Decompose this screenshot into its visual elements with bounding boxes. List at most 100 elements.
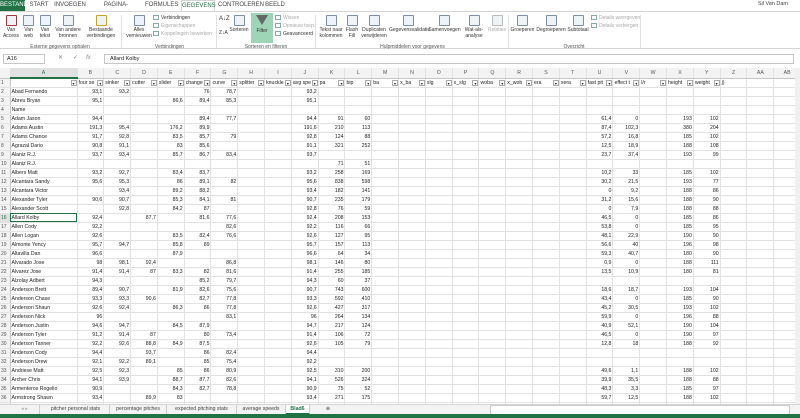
player-name-cell[interactable]: Alcantara Victor xyxy=(10,186,78,196)
cell[interactable] xyxy=(532,366,560,376)
column-header-AA[interactable]: AA xyxy=(746,68,775,79)
cell[interactable] xyxy=(452,150,480,160)
cell[interactable]: 380 xyxy=(666,123,694,133)
cell[interactable] xyxy=(371,267,400,277)
cell[interactable] xyxy=(264,114,292,124)
player-name-cell[interactable]: Armenteros Rogelio xyxy=(10,384,78,394)
cell[interactable] xyxy=(639,168,668,178)
cell[interactable]: 30,2 xyxy=(586,177,614,187)
cell[interactable]: 88 xyxy=(344,132,373,142)
cell[interactable] xyxy=(639,321,668,331)
cell[interactable]: 324 xyxy=(344,375,373,385)
cell[interactable] xyxy=(505,339,534,349)
cell[interactable] xyxy=(559,285,587,295)
cell[interactable] xyxy=(452,267,480,277)
filter-dropdown-icon[interactable]: ▾ xyxy=(70,80,76,86)
cell[interactable]: 188 xyxy=(666,258,694,268)
cell[interactable] xyxy=(586,159,614,169)
cell[interactable] xyxy=(371,312,400,322)
cell[interactable]: 86,3 xyxy=(157,303,185,313)
cell[interactable] xyxy=(184,105,212,115)
cell[interactable] xyxy=(773,132,795,142)
cell[interactable] xyxy=(773,177,795,187)
cell[interactable] xyxy=(639,366,668,376)
cell[interactable]: 91,4 xyxy=(103,330,132,340)
van-tekst-button[interactable]: Van tekst xyxy=(37,15,53,39)
cell[interactable] xyxy=(559,96,587,106)
cell[interactable]: 97 xyxy=(693,330,721,340)
cell[interactable]: 77,6 xyxy=(210,213,239,223)
cell[interactable] xyxy=(398,330,426,340)
cell[interactable]: 48,3 xyxy=(586,384,614,394)
cell[interactable] xyxy=(398,204,426,214)
cell[interactable] xyxy=(157,87,185,97)
cell[interactable]: 93,2 xyxy=(291,168,319,178)
cell[interactable]: 97 xyxy=(693,384,721,394)
cell[interactable] xyxy=(157,114,185,124)
cell[interactable] xyxy=(264,339,292,349)
cell[interactable] xyxy=(505,222,534,232)
cell[interactable] xyxy=(398,186,426,196)
cell[interactable] xyxy=(478,330,507,340)
cell[interactable] xyxy=(773,348,795,358)
cell[interactable] xyxy=(371,186,400,196)
filter-header-B[interactable]: four se ▾ xyxy=(77,78,105,88)
cell[interactable] xyxy=(773,276,795,286)
cell[interactable]: 102 xyxy=(693,303,721,313)
cell[interactable] xyxy=(344,357,373,367)
cell[interactable] xyxy=(371,150,400,160)
cell[interactable] xyxy=(773,195,795,205)
cell[interactable] xyxy=(264,285,292,295)
cell[interactable] xyxy=(398,321,426,331)
cell[interactable]: 83,3 xyxy=(157,267,185,277)
cell[interactable] xyxy=(639,177,668,187)
cell[interactable]: 15,6 xyxy=(612,195,641,205)
cell[interactable] xyxy=(452,159,480,169)
cell[interactable] xyxy=(666,96,694,106)
cell[interactable] xyxy=(264,132,292,142)
cell[interactable]: 92,6 xyxy=(77,231,105,241)
cell[interactable]: 48,1 xyxy=(586,231,614,241)
cell[interactable] xyxy=(773,393,795,403)
row-header[interactable]: 5 xyxy=(0,114,11,124)
cell[interactable] xyxy=(398,294,426,304)
column-header-O[interactable]: O xyxy=(425,68,453,79)
column-header-G[interactable]: G xyxy=(210,68,239,79)
cell[interactable] xyxy=(398,123,426,133)
cell[interactable] xyxy=(398,258,426,268)
cell[interactable]: 185 xyxy=(666,213,694,223)
cell[interactable] xyxy=(773,267,795,277)
cell[interactable]: 102 xyxy=(693,114,721,124)
cell[interactable] xyxy=(452,105,480,115)
cell[interactable]: 23,7 xyxy=(586,150,614,160)
cell[interactable] xyxy=(237,141,266,151)
cell[interactable] xyxy=(532,222,560,232)
cell[interactable] xyxy=(452,330,480,340)
filter-dropdown-icon[interactable]: ▾ xyxy=(97,79,103,86)
wat-als-analyse-button[interactable]: Wat-als-analyse xyxy=(462,15,486,39)
cell[interactable] xyxy=(532,357,560,367)
row-header[interactable]: 36 xyxy=(0,393,11,403)
filter-header-P[interactable]: x_slg ▾ xyxy=(452,78,480,88)
cell[interactable]: 175 xyxy=(344,393,373,403)
cell[interactable]: 157 xyxy=(318,240,346,250)
geavanceerd-button[interactable]: Geavanceerd xyxy=(275,31,313,38)
cell[interactable] xyxy=(773,312,795,322)
cell[interactable] xyxy=(264,276,292,286)
cell[interactable] xyxy=(478,168,507,178)
cell[interactable] xyxy=(720,123,748,133)
cell[interactable] xyxy=(532,258,560,268)
cell[interactable] xyxy=(452,312,480,322)
player-name-cell[interactable]: Anderson Tyler xyxy=(10,330,78,340)
cell[interactable]: 12,8 xyxy=(586,339,614,349)
cell[interactable] xyxy=(532,96,560,106)
cell[interactable]: 9,2 xyxy=(612,186,641,196)
cell[interactable] xyxy=(130,96,158,106)
cell[interactable] xyxy=(398,159,426,169)
cell[interactable]: 83,4 xyxy=(210,150,239,160)
column-header-L[interactable]: L xyxy=(344,68,373,79)
cell[interactable] xyxy=(505,249,534,259)
row-header[interactable]: 11 xyxy=(0,168,11,178)
cell[interactable]: 82,7 xyxy=(184,384,212,394)
cell[interactable]: 310 xyxy=(318,366,346,376)
